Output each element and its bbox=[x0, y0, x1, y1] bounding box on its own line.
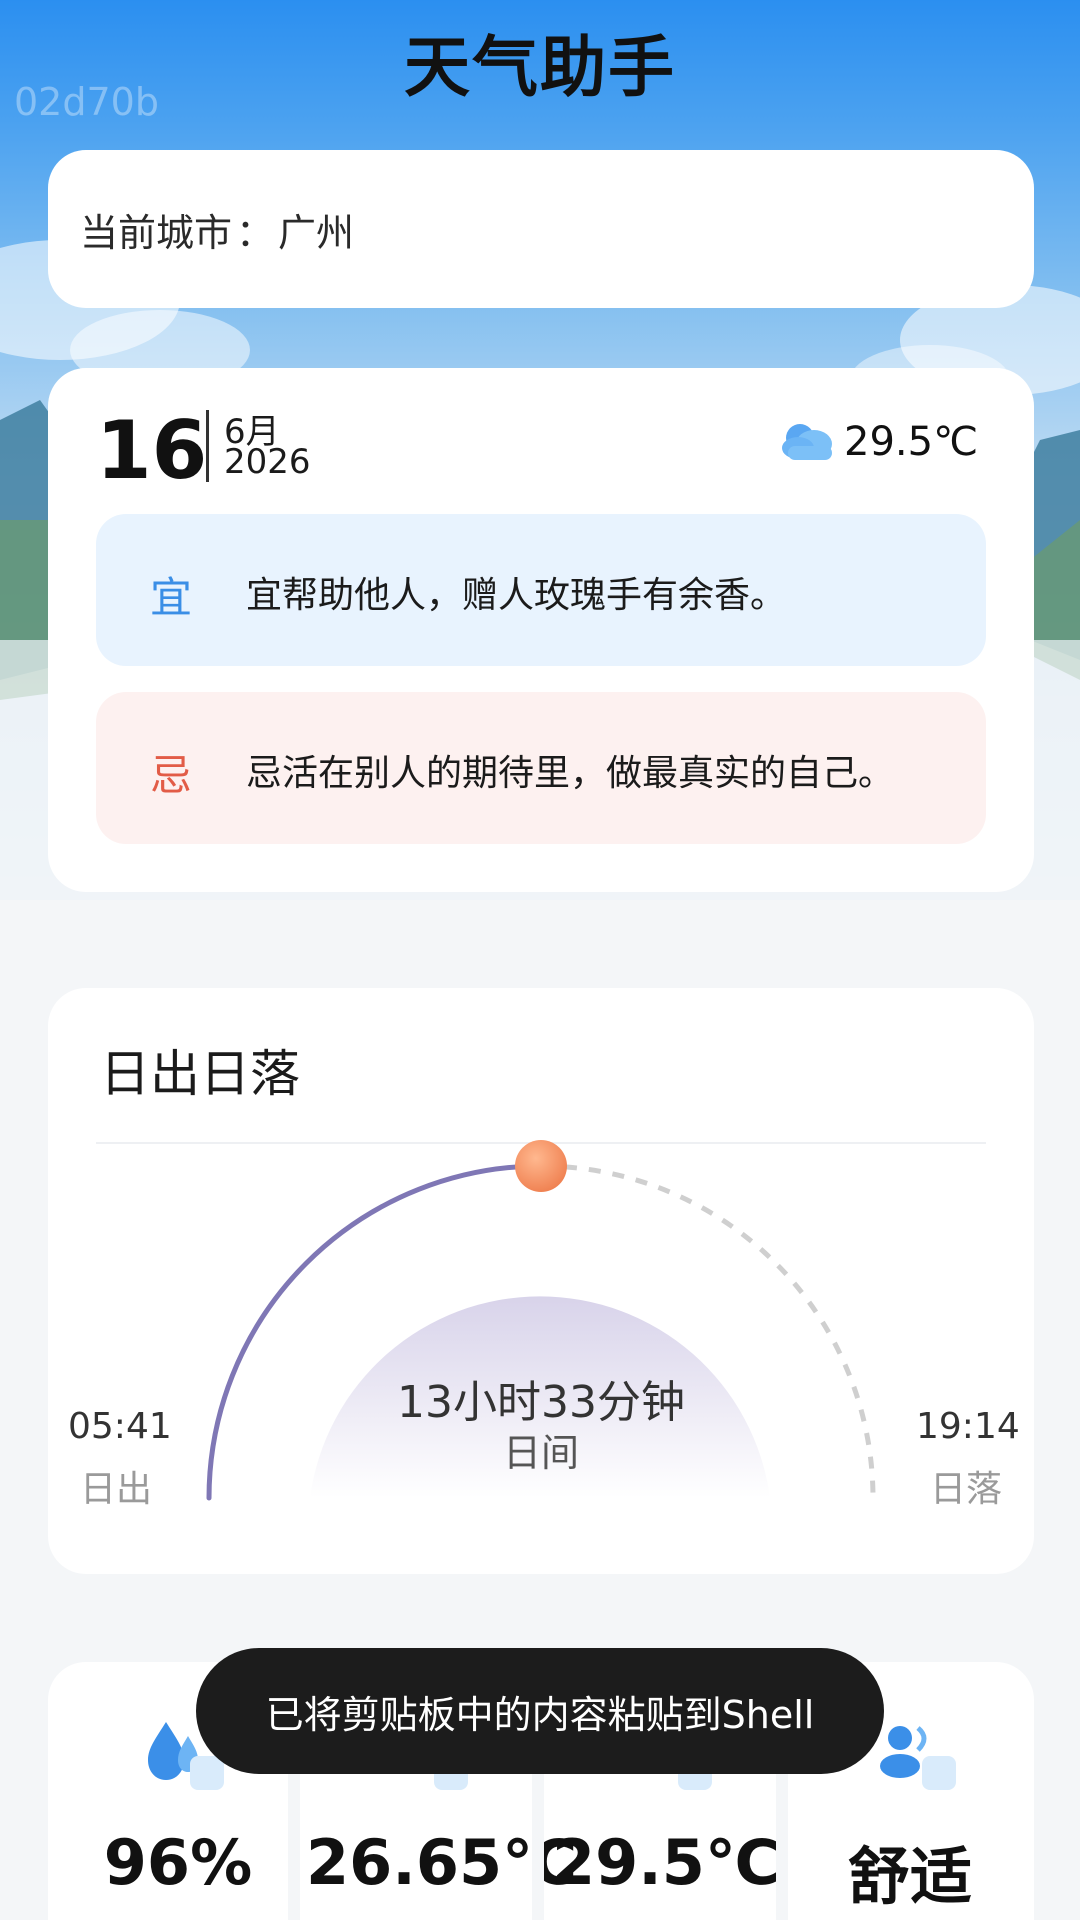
ji-text: 忌活在别人的期待里，做最真实的自己。 bbox=[246, 753, 895, 794]
yi-tag: 宜 bbox=[150, 573, 193, 622]
temperature-value: 26.65℃ bbox=[306, 1826, 578, 1899]
yi-text: 宜帮助他人，赠人玫瑰手有余香。 bbox=[246, 575, 787, 616]
cloud-icon bbox=[780, 418, 836, 466]
app-title: 天气助手 bbox=[404, 29, 676, 106]
sunset-label: 日落 bbox=[930, 1469, 1003, 1510]
comfort-value: 舒适 bbox=[847, 1840, 972, 1913]
sunrise-label: 日出 bbox=[80, 1469, 153, 1510]
day-length: 13小时33分钟 bbox=[397, 1377, 685, 1428]
clipboard-toast: 已将剪贴板中的内容粘贴到Shell bbox=[196, 1648, 884, 1774]
city-label: 当前城市 bbox=[80, 210, 233, 255]
sunrise-time: 05:41 bbox=[68, 1406, 172, 1447]
sun-position-marker bbox=[515, 1140, 567, 1192]
humidity-value: 96% bbox=[103, 1826, 253, 1899]
sunset-time: 19:14 bbox=[916, 1406, 1020, 1447]
sunrise-sunset-card: 日出日落 13小时33分钟 日间 05:41 日出 19:14 日落 bbox=[48, 988, 1034, 1574]
city-selector-card[interactable]: 当前城市 ： 广州 bbox=[48, 150, 1034, 308]
year-label: 2026 bbox=[224, 442, 311, 482]
day-number: 16 bbox=[96, 404, 208, 497]
ji-tag: 忌 bbox=[150, 751, 193, 800]
feels-like-value: 29.5℃ bbox=[551, 1826, 781, 1899]
day-length-label: 日间 bbox=[502, 1431, 579, 1475]
date-almanac-card: 16 6月 2026 29.5℃ 宜 宜帮助他人，赠人玫瑰手有余香。 忌 忌活在… bbox=[48, 368, 1034, 892]
sun-arc-chart bbox=[206, 1140, 876, 1501]
current-temperature: 29.5℃ bbox=[844, 419, 978, 465]
current-weather: 29.5℃ bbox=[780, 418, 978, 466]
city-name: 广州 bbox=[278, 210, 355, 255]
date-divider bbox=[206, 410, 209, 482]
comfort-icon bbox=[874, 1714, 958, 1802]
city-separator: ： bbox=[236, 210, 275, 255]
ji-box: 忌 忌活在别人的期待里，做最真实的自己。 bbox=[96, 692, 986, 844]
yi-box: 宜 宜帮助他人，赠人玫瑰手有余香。 bbox=[96, 514, 986, 666]
